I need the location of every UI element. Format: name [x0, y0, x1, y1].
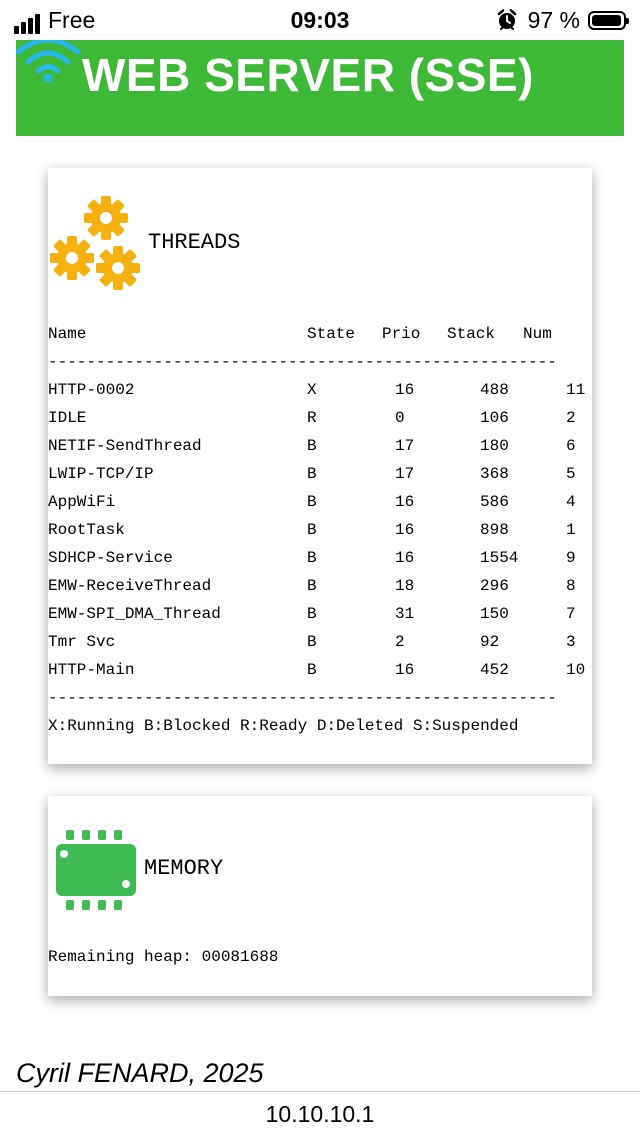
page-title: WEB SERVER (SSE) [82, 49, 534, 101]
thread-stack: 586 [480, 493, 509, 511]
thread-num: 6 [566, 437, 576, 455]
status-bar: Free 09:03 97 % [0, 0, 640, 40]
url-text[interactable]: 10.10.10.1 [0, 1101, 640, 1128]
battery-fill [592, 14, 622, 26]
thread-state: B [307, 437, 317, 455]
thread-stack: 898 [480, 521, 509, 539]
thread-name: AppWiFi [48, 493, 116, 511]
thread-stack: 150 [480, 605, 509, 623]
chip-icon [56, 830, 136, 910]
thread-num: 1 [566, 521, 576, 539]
thread-name: EMW-SPI_DMA_Thread [48, 605, 221, 623]
memory-card: MEMORY Remaining heap: 00081688 [48, 796, 592, 996]
thread-prio: 0 [395, 409, 405, 427]
thread-state: B [307, 577, 317, 595]
thread-prio: 16 [395, 521, 415, 539]
thread-name: HTTP-0002 [48, 381, 135, 399]
thread-num: 8 [566, 577, 576, 595]
state-legend: X:Running B:Blocked R:Ready D:Deleted S:… [48, 717, 519, 735]
thread-stack: 106 [480, 409, 509, 427]
thread-prio: 2 [395, 633, 405, 651]
thread-state: R [307, 409, 317, 427]
thread-name: NETIF-SendThread [48, 437, 202, 455]
thread-state: B [307, 549, 317, 567]
thread-stack: 368 [480, 465, 509, 483]
wifi-icon [16, 40, 80, 83]
thread-num: 10 [566, 661, 586, 679]
column-stack: Stack [447, 325, 496, 343]
thread-state: B [307, 661, 317, 679]
battery-percent: 97 % [527, 6, 580, 33]
column-num: Num [523, 325, 552, 343]
thread-prio: 17 [395, 437, 415, 455]
browser-address-bar[interactable]: 10.10.10.1 [0, 1091, 640, 1137]
thread-stack: 452 [480, 661, 509, 679]
thread-state: B [307, 465, 317, 483]
memory-title: MEMORY [144, 856, 224, 881]
thread-prio: 17 [395, 465, 415, 483]
thread-name: LWIP-TCP/IP [48, 465, 154, 483]
thread-prio: 16 [395, 661, 415, 679]
thread-num: 5 [566, 465, 576, 483]
thread-state: B [307, 521, 317, 539]
column-prio: Prio [382, 325, 421, 343]
threads-card: THREADS Name State Prio Stack Num ------… [48, 168, 592, 764]
thread-prio: 16 [395, 549, 415, 567]
thread-state: B [307, 605, 317, 623]
thread-name: SDHCP-Service [48, 549, 173, 567]
threads-title: THREADS [148, 230, 241, 255]
thread-prio: 16 [395, 493, 415, 511]
thread-name: HTTP-Main [48, 661, 135, 679]
footer-author: Cyril FENARD, 2025 [16, 1058, 264, 1088]
column-name: Name [48, 325, 87, 343]
thread-prio: 16 [395, 381, 415, 399]
thread-stack: 488 [480, 381, 509, 399]
thread-name: RootTask [48, 521, 125, 539]
thread-num: 7 [566, 605, 576, 623]
thread-num: 11 [566, 381, 586, 399]
separator-bottom: ----------------------------------------… [48, 689, 557, 707]
thread-stack: 180 [480, 437, 509, 455]
status-bar-right: 97 % [496, 6, 629, 34]
gears-icon [50, 196, 140, 290]
thread-num: 3 [566, 633, 576, 651]
battery-icon [588, 10, 629, 30]
thread-name: EMW-ReceiveThread [48, 577, 212, 595]
thread-stack: 296 [480, 577, 509, 595]
thread-prio: 31 [395, 605, 415, 623]
thread-num: 2 [566, 409, 576, 427]
thread-stack: 1554 [480, 549, 519, 567]
thread-name: Tmr Svc [48, 633, 116, 651]
thread-num: 9 [566, 549, 576, 567]
remaining-heap: Remaining heap: 00081688 [48, 948, 279, 966]
column-state: State [307, 325, 356, 343]
thread-name: IDLE [48, 409, 87, 427]
thread-prio: 18 [395, 577, 415, 595]
alarm-icon [497, 9, 516, 30]
thread-stack: 92 [480, 633, 500, 651]
app-header: WEB SERVER (SSE) [16, 40, 624, 136]
thread-state: B [307, 493, 317, 511]
thread-num: 4 [566, 493, 576, 511]
thread-state: B [307, 633, 317, 651]
separator-top: ----------------------------------------… [48, 353, 557, 371]
thread-state: X [307, 381, 317, 399]
